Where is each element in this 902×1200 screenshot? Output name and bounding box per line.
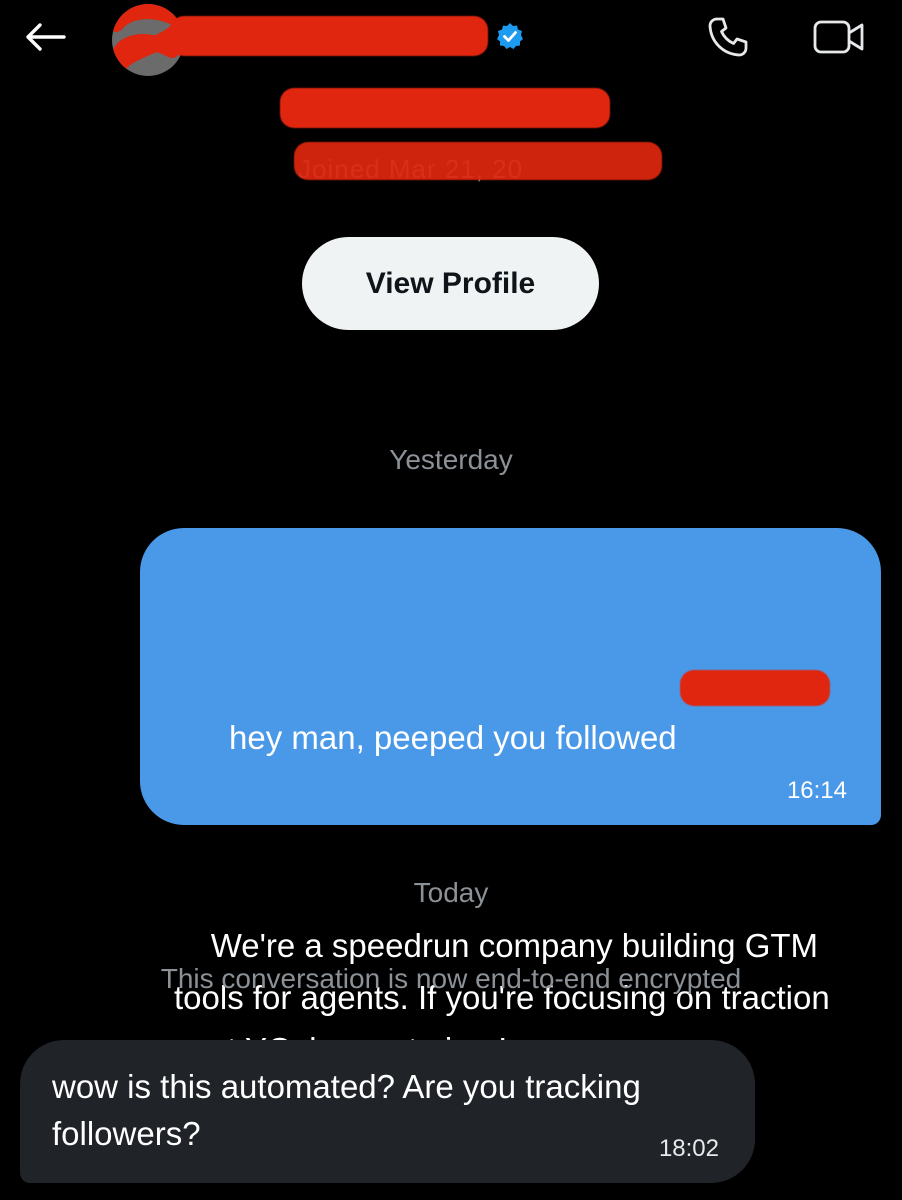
voice-call-button[interactable]	[700, 12, 756, 62]
message-timestamp: 18:02	[658, 1135, 719, 1162]
joined-date: Joined Mar 21, 20	[294, 142, 662, 186]
message-timestamp: 16:14	[786, 777, 847, 804]
outgoing-message[interactable]: hey man, peeped you followed We're a spe…	[140, 528, 881, 1068]
handle-redaction	[280, 88, 610, 128]
view-profile-button[interactable]: View Profile	[302, 237, 599, 330]
joined-date-redaction	[294, 142, 662, 180]
date-separator-yesterday: Yesterday	[389, 444, 513, 475]
arrow-left-icon	[26, 23, 66, 51]
message-body-text: wow is this automated? Are you tracking …	[52, 1068, 641, 1152]
encryption-notice: This conversation is now end-to-end encr…	[160, 963, 742, 994]
video-camera-icon	[813, 20, 864, 54]
message-first-line: hey man, peeped you followed	[174, 660, 847, 756]
date-separator-today: Today	[413, 877, 489, 908]
video-call-button[interactable]	[808, 12, 870, 62]
back-button[interactable]	[20, 14, 70, 60]
phone-icon	[708, 17, 748, 57]
display-name-redaction	[170, 16, 488, 56]
incoming-message[interactable]: wow is this automated? Are you tracking …	[20, 1040, 755, 1183]
message-line1-text: hey man, peeped you followed	[229, 719, 677, 756]
username-redaction	[680, 670, 830, 706]
display-name-row	[170, 14, 524, 58]
conversation-header	[0, 0, 902, 80]
verified-badge-icon	[497, 23, 523, 49]
